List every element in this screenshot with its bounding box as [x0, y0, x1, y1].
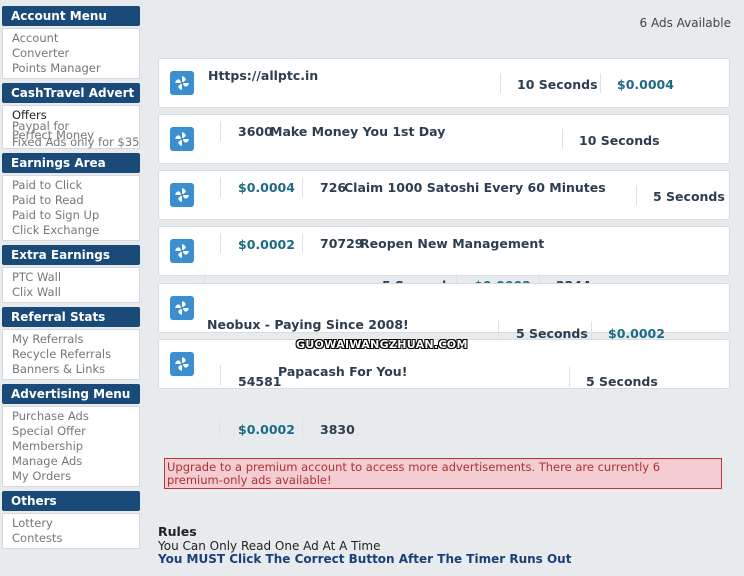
sidebar-item-contests[interactable]: Contests: [12, 531, 139, 546]
ad-card[interactable]: $0.0004 726 Claim 1000 Satoshi Every 60 …: [158, 170, 730, 220]
sidebar-item-clix-wall[interactable]: Clix Wall: [12, 285, 139, 300]
cashtravel-fixed-ads[interactable]: Fixed Ads only for $35: [12, 135, 139, 149]
sidebar-item-special-offer[interactable]: Special Offer: [12, 424, 139, 439]
ad-amount: $0.0002: [238, 237, 295, 252]
divider: [220, 365, 221, 385]
ad-title[interactable]: Https://allptc.in: [208, 68, 318, 83]
sidebar-item-my-referrals[interactable]: My Referrals: [12, 332, 139, 347]
ad-seconds: 10 Seconds: [579, 133, 660, 148]
advertising-menu-header: Advertising Menu: [2, 384, 140, 404]
sidebar: Account Menu Account Converter Points Ma…: [2, 6, 140, 553]
account-menu-header: Account Menu: [2, 6, 140, 26]
divider: [498, 321, 499, 341]
ad-title[interactable]: Make Money You 1st Day: [270, 124, 445, 139]
cashtravel-advert-header: CashTravel Advert: [2, 83, 140, 103]
rules-line-2: You MUST Click The Correct Button After …: [158, 552, 572, 566]
ad-id: 3600: [238, 124, 273, 139]
referral-stats-header: Referral Stats: [2, 307, 140, 327]
sidebar-item-lottery[interactable]: Lottery: [12, 516, 139, 531]
account-menu: Account Converter Points Manager: [2, 28, 140, 79]
sidebar-item-paid-to-click[interactable]: Paid to Click: [12, 178, 139, 193]
earnings-area-menu: Paid to Click Paid to Read Paid to Sign …: [2, 175, 140, 241]
divider: [220, 233, 221, 253]
pinwheel-icon: [170, 239, 194, 263]
ad-amount: $0.0002: [238, 422, 295, 437]
divider: [562, 129, 563, 149]
ad-amount: $0.0004: [238, 180, 295, 195]
divider: [636, 185, 637, 205]
pinwheel-icon: [170, 183, 194, 207]
rules-title: Rules: [158, 524, 197, 539]
ad-id: 70729: [320, 236, 364, 251]
sidebar-item-recycle-referrals[interactable]: Recycle Referrals: [12, 347, 139, 362]
ad-id: 3830: [320, 422, 355, 437]
extra-earnings-header: Extra Earnings: [2, 245, 140, 265]
ad-id: 54581: [238, 374, 282, 389]
divider: [600, 73, 601, 93]
ad-seconds: 5 Seconds: [653, 189, 725, 204]
ad-card[interactable]: 3600 Make Money You 1st Day 10 Seconds: [158, 114, 730, 164]
others-menu: Lottery Contests: [2, 513, 140, 549]
sidebar-item-membership[interactable]: Membership: [12, 439, 139, 454]
premium-alert: Upgrade to a premium account to access m…: [164, 458, 722, 489]
sidebar-item-paid-to-read[interactable]: Paid to Read: [12, 193, 139, 208]
divider: [500, 73, 501, 93]
sidebar-item-points-manager[interactable]: Points Manager: [12, 61, 139, 76]
sidebar-item-account[interactable]: Account: [12, 31, 139, 46]
sidebar-item-click-exchange[interactable]: Click Exchange: [12, 223, 139, 238]
pinwheel-icon: [170, 352, 194, 376]
ad-card[interactable]: $0.0002 70729 Reopen New Management: [158, 226, 730, 276]
divider: [591, 321, 592, 341]
ad-amount: $0.0004: [617, 77, 674, 92]
ad-card[interactable]: Https://allptc.in 10 Seconds $0.0004: [158, 58, 730, 108]
earnings-area-header: Earnings Area: [2, 153, 140, 173]
ad-title[interactable]: Papacash For You!: [278, 364, 407, 379]
pinwheel-icon: [170, 127, 194, 151]
pinwheel-icon: [170, 296, 194, 320]
divider: [569, 367, 570, 387]
ads-available-count: 6 Ads Available: [639, 16, 731, 30]
pinwheel-icon: [170, 71, 194, 95]
divider: [219, 418, 220, 438]
divider: [302, 233, 303, 253]
sidebar-item-banners-links[interactable]: Banners & Links: [12, 362, 139, 377]
divider: [220, 121, 221, 141]
ad-title[interactable]: Claim 1000 Satoshi Every 60 Minutes: [344, 180, 606, 195]
rules-line-1: You Can Only Read One Ad At A Time: [158, 539, 381, 553]
referral-stats-menu: My Referrals Recycle Referrals Banners &…: [2, 329, 140, 380]
ad-title[interactable]: Reopen New Management: [360, 236, 544, 251]
sidebar-item-my-orders[interactable]: My Orders: [12, 469, 139, 484]
ad-seconds: 10 Seconds: [517, 77, 598, 92]
sidebar-item-converter[interactable]: Converter: [12, 46, 139, 61]
advertising-menu: Purchase Ads Special Offer Membership Ma…: [2, 406, 140, 487]
divider: [302, 418, 303, 438]
ad-id: 726: [320, 180, 347, 195]
sidebar-item-purchase-ads[interactable]: Purchase Ads: [12, 409, 139, 424]
divider: [220, 177, 221, 197]
extra-earnings-menu: PTC Wall Clix Wall: [2, 267, 140, 303]
others-header: Others: [2, 491, 140, 511]
watermark: GUOWAIWANGZHUAN.COM: [296, 338, 468, 351]
divider: [302, 177, 303, 197]
ad-seconds: 5 Seconds: [586, 374, 658, 389]
sidebar-item-manage-ads[interactable]: Manage Ads: [12, 454, 139, 469]
sidebar-item-paid-to-sign-up[interactable]: Paid to Sign Up: [12, 208, 139, 223]
ad-title[interactable]: Neobux - Paying Since 2008!: [207, 317, 409, 332]
cashtravel-advert-box: Offers Paypal for Perfect Money Fixed Ad…: [2, 105, 140, 149]
sidebar-item-ptc-wall[interactable]: PTC Wall: [12, 270, 139, 285]
